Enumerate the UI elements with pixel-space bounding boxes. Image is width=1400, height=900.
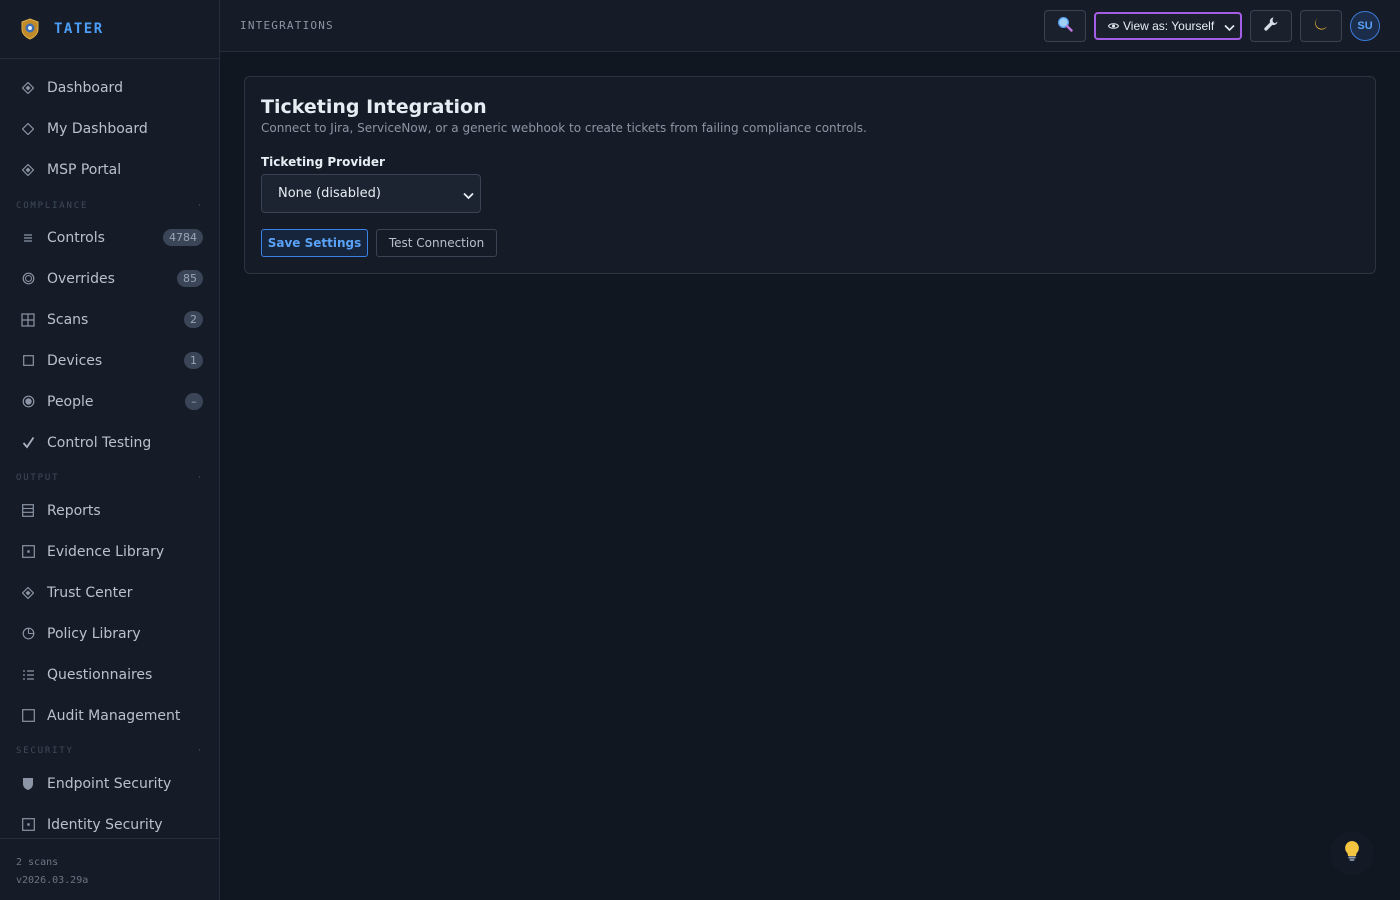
sidebar-item-people[interactable]: People – <box>0 381 219 422</box>
sidebar-item-questionnaires[interactable]: Questionnaires <box>0 654 219 695</box>
save-settings-button[interactable]: Save Settings <box>261 229 368 257</box>
sidebar-item-dashboard[interactable]: Dashboard <box>0 67 219 108</box>
clock-icon <box>18 624 38 644</box>
checklist-icon <box>18 665 38 685</box>
sidebar-footer: 2 scans v2026.03.29a <box>0 838 219 900</box>
diamond-filled-icon <box>18 583 38 603</box>
tools-button[interactable] <box>1250 10 1292 42</box>
sidebar-item-scans[interactable]: Scans 2 <box>0 299 219 340</box>
sidebar-item-label: Scans <box>47 311 89 328</box>
sidebar: TATER Dashboard My Dashboard MSP Portal … <box>0 0 220 900</box>
lightbulb-icon <box>1343 840 1361 867</box>
provider-label: Ticketing Provider <box>261 155 385 169</box>
chevron-down-icon <box>1224 21 1235 35</box>
square-outline-icon <box>18 706 38 726</box>
sidebar-item-label: My Dashboard <box>47 120 148 137</box>
checkmark-icon <box>18 433 38 453</box>
view-as-label: View as: Yourself <box>1123 19 1215 33</box>
sidebar-item-label: Policy Library <box>47 625 141 642</box>
sidebar-item-label: Dashboard <box>47 79 123 96</box>
sidebar-item-endpoint-security[interactable]: Endpoint Security <box>0 763 219 804</box>
collapse-toggle-icon[interactable]: · <box>197 201 204 211</box>
sidebar-item-label: People <box>47 393 94 410</box>
search-icon <box>1057 16 1073 37</box>
count-badge: 2 <box>184 311 203 328</box>
sidebar-item-label: Questionnaires <box>47 666 153 683</box>
section-label-security[interactable]: SECURITY · <box>16 746 204 756</box>
tater-logo-icon <box>20 18 40 40</box>
square-dot-icon <box>18 815 38 835</box>
sidebar-nav: Dashboard My Dashboard MSP Portal COMPLI… <box>0 59 219 838</box>
count-badge: – <box>185 393 203 410</box>
sidebar-item-identity-security[interactable]: Identity Security <box>0 804 219 838</box>
sidebar-item-label: Controls <box>47 229 105 246</box>
sidebar-item-label: Overrides <box>47 270 115 287</box>
sidebar-item-trust-center[interactable]: Trust Center <box>0 572 219 613</box>
brand[interactable]: TATER <box>0 0 219 59</box>
tips-button[interactable] <box>1330 831 1374 875</box>
sidebar-item-controls[interactable]: Controls 4784 <box>0 217 219 258</box>
topbar: INTEGRATIONS View as: Yourself SU <box>220 0 1400 52</box>
ring-icon <box>18 269 38 289</box>
search-button[interactable] <box>1044 10 1086 42</box>
count-badge: 1 <box>184 352 203 369</box>
sidebar-item-my-dashboard[interactable]: My Dashboard <box>0 108 219 149</box>
button-row: Save Settings Test Connection <box>261 229 1359 257</box>
wrench-icon <box>1263 16 1279 37</box>
section-title: COMPLIANCE <box>16 201 89 211</box>
chevron-down-icon <box>463 189 474 204</box>
sidebar-item-label: Trust Center <box>47 584 133 601</box>
sidebar-item-label: Endpoint Security <box>47 775 172 792</box>
sidebar-item-reports[interactable]: Reports <box>0 490 219 531</box>
select-value: None (disabled) <box>278 186 381 201</box>
shield-icon <box>18 774 38 794</box>
diamond-filled-icon <box>18 160 38 180</box>
card-subtitle: Connect to Jira, ServiceNow, or a generi… <box>261 121 867 135</box>
scan-count: 2 scans <box>16 857 59 868</box>
sidebar-item-policy-library[interactable]: Policy Library <box>0 613 219 654</box>
sidebar-item-label: Identity Security <box>47 816 163 833</box>
section-label-compliance[interactable]: COMPLIANCE · <box>16 201 204 211</box>
count-badge: 85 <box>177 270 203 287</box>
ticketing-integration-card: Ticketing Integration Connect to Jira, S… <box>244 76 1376 274</box>
diamond-outline-icon <box>18 119 38 139</box>
sidebar-item-devices[interactable]: Devices 1 <box>0 340 219 381</box>
theme-toggle-button[interactable] <box>1300 10 1342 42</box>
collapse-toggle-icon[interactable]: · <box>197 473 204 483</box>
diamond-filled-icon <box>18 78 38 98</box>
user-avatar[interactable]: SU <box>1350 11 1380 41</box>
section-label-output[interactable]: OUTPUT · <box>16 473 204 483</box>
eye-icon <box>1108 22 1119 30</box>
target-icon <box>18 392 38 412</box>
sidebar-item-label: Control Testing <box>47 434 152 451</box>
sidebar-item-label: Devices <box>47 352 103 369</box>
count-badge: 4784 <box>163 229 203 246</box>
app-version: v2026.03.29a <box>16 875 89 886</box>
section-title: SECURITY <box>16 746 74 756</box>
sidebar-item-evidence-library[interactable]: Evidence Library <box>0 531 219 572</box>
sidebar-item-label: Audit Management <box>47 707 181 724</box>
grid-icon <box>18 310 38 330</box>
sidebar-item-control-testing[interactable]: Control Testing <box>0 422 219 463</box>
sidebar-item-overrides[interactable]: Overrides 85 <box>0 258 219 299</box>
test-connection-button[interactable]: Test Connection <box>376 229 497 257</box>
sidebar-item-audit-management[interactable]: Audit Management <box>0 695 219 736</box>
sidebar-item-label: Evidence Library <box>47 543 165 560</box>
list-lines-icon <box>18 228 38 248</box>
section-title: OUTPUT <box>16 473 60 483</box>
view-as-select[interactable]: View as: Yourself <box>1094 12 1242 40</box>
document-lines-icon <box>18 501 38 521</box>
card-title: Ticketing Integration <box>261 96 487 118</box>
square-outline-icon <box>18 351 38 371</box>
page-title: INTEGRATIONS <box>240 19 334 32</box>
sidebar-item-label: MSP Portal <box>47 161 122 178</box>
ticketing-provider-select[interactable]: None (disabled) <box>261 174 481 213</box>
sidebar-item-label: Reports <box>47 502 101 519</box>
square-dot-icon <box>18 542 38 562</box>
sidebar-item-msp-portal[interactable]: MSP Portal <box>0 149 219 190</box>
collapse-toggle-icon[interactable]: · <box>197 746 204 756</box>
moon-icon <box>1313 16 1329 37</box>
app-name: TATER <box>54 21 104 37</box>
